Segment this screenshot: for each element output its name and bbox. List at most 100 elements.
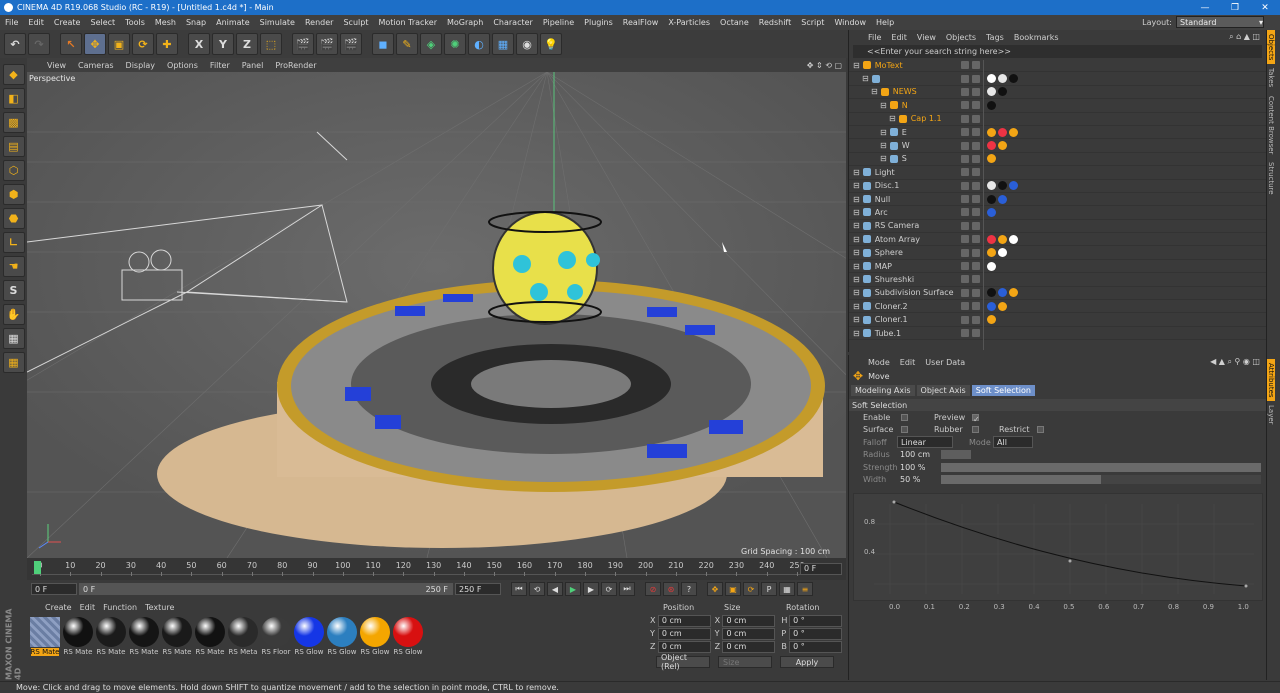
model-mode-icon[interactable]: ◧: [2, 88, 25, 109]
object-tag-icon[interactable]: [987, 207, 996, 217]
expand-toggle-icon[interactable]: ⊟: [889, 114, 896, 123]
subdivision-icon[interactable]: ◈: [420, 33, 442, 55]
end-frame-field[interactable]: 250 F: [455, 583, 501, 595]
start-frame-field[interactable]: 0 F: [31, 583, 77, 595]
menu-render[interactable]: Render: [300, 18, 338, 27]
menu-mesh[interactable]: Mesh: [150, 18, 181, 27]
expand-toggle-icon[interactable]: ⊟: [853, 315, 860, 324]
viewport[interactable]: View Cameras Display Options Filter Pane…: [27, 58, 846, 558]
object-search-input[interactable]: <<Enter your search string here>>: [853, 45, 1262, 58]
render-view-icon[interactable]: 🎬: [292, 33, 314, 55]
render-settings-icon[interactable]: 🎬: [340, 33, 362, 55]
object-tag-icon[interactable]: [1009, 127, 1018, 137]
render-pv-icon[interactable]: 🎬: [316, 33, 338, 55]
move-icon[interactable]: ✥: [84, 33, 106, 55]
object-tag-icon[interactable]: [987, 181, 996, 191]
strength-slider[interactable]: [941, 462, 1261, 472]
material-swatch[interactable]: [360, 617, 390, 647]
expand-toggle-icon[interactable]: ⊟: [853, 248, 860, 257]
object-visibility-flags[interactable]: [961, 329, 980, 337]
object-tag-icon[interactable]: [987, 261, 996, 271]
vp-menu-view[interactable]: View: [41, 61, 72, 70]
object-row[interactable]: ⊟ Cap 1.1: [849, 113, 1266, 126]
object-tag-icon[interactable]: [987, 315, 996, 325]
material-swatch[interactable]: [63, 617, 93, 647]
object-tag-icon[interactable]: [1009, 234, 1018, 244]
attr-nav-icons[interactable]: ◀ ▲ ⌕ ⚲ ◉ ◫: [1205, 357, 1266, 367]
object-tag-icon[interactable]: [998, 181, 1007, 191]
object-row[interactable]: ⊟ S: [849, 153, 1266, 167]
radius-slider[interactable]: [941, 450, 971, 460]
goto-start-icon[interactable]: ⏮: [511, 582, 527, 596]
rotation-field[interactable]: 0 °: [789, 627, 843, 640]
obj-menu-objects[interactable]: Objects: [941, 33, 981, 42]
object-name[interactable]: Subdivision Surface: [875, 288, 954, 297]
menu-plugins[interactable]: Plugins: [579, 18, 618, 27]
sculpt-icon[interactable]: ✋: [2, 304, 25, 325]
expand-toggle-icon[interactable]: ⊟: [853, 208, 860, 217]
object-tags[interactable]: [987, 288, 1018, 298]
menu-pipeline[interactable]: Pipeline: [538, 18, 579, 27]
material-item[interactable]: RS Mate: [95, 617, 127, 656]
layout-select[interactable]: Standard ▾: [1176, 16, 1264, 28]
mat-menu-texture[interactable]: Texture: [141, 603, 178, 612]
right-tab[interactable]: Structure: [1267, 158, 1275, 199]
enable-checkbox[interactable]: [901, 413, 908, 421]
right-tab[interactable]: Attributes: [1267, 358, 1275, 402]
object-tag-icon[interactable]: [998, 301, 1007, 311]
close-icon[interactable]: ✕: [1250, 3, 1280, 13]
attr-menu-mode[interactable]: Mode: [863, 358, 895, 367]
next-key-icon[interactable]: ⟳: [601, 582, 617, 596]
object-tag-icon[interactable]: [998, 248, 1007, 258]
vp-menu-options[interactable]: Options: [161, 61, 204, 70]
object-name[interactable]: Null: [875, 195, 891, 204]
material-item[interactable]: RS Floor: [260, 617, 292, 656]
recent-tool-icon[interactable]: ✚: [156, 33, 178, 55]
object-tags[interactable]: [987, 207, 996, 217]
object-row[interactable]: ⊟: [849, 72, 1266, 86]
object-tags[interactable]: [987, 141, 1007, 151]
cloner-icon[interactable]: ✺: [444, 33, 466, 55]
expand-toggle-icon[interactable]: ⊟: [880, 101, 887, 110]
object-tag-icon[interactable]: [1009, 288, 1018, 298]
points-mode-icon[interactable]: ⬡: [2, 160, 25, 181]
object-visibility-flags[interactable]: [961, 275, 980, 284]
object-row[interactable]: ⊟ RS Camera: [849, 220, 1266, 234]
floor-icon[interactable]: ▦: [492, 33, 514, 55]
texture-mode-icon[interactable]: ▩: [2, 112, 25, 133]
autokey-icon[interactable]: ⊛: [663, 582, 679, 596]
object-visibility-flags[interactable]: [961, 168, 980, 177]
menu-edit[interactable]: Edit: [23, 18, 49, 27]
object-name[interactable]: S: [902, 154, 907, 163]
object-visibility-flags[interactable]: [961, 315, 980, 324]
camera-icon[interactable]: ◉: [516, 33, 538, 55]
falloff-graph[interactable]: 0.8 0.4: [853, 493, 1263, 601]
menu-mograph[interactable]: MoGraph: [442, 18, 488, 27]
menu-snap[interactable]: Snap: [181, 18, 211, 27]
object-tag-icon[interactable]: [987, 87, 996, 97]
object-visibility-flags[interactable]: [961, 302, 980, 311]
object-row[interactable]: ⊟ Tube.1: [849, 327, 1266, 341]
object-row[interactable]: ⊟ Null: [849, 193, 1266, 207]
timeline-ruler[interactable]: 0102030405060708090100110120130140150160…: [32, 561, 805, 576]
object-row[interactable]: ⊟ Arc: [849, 206, 1266, 220]
viewport-nav-icons[interactable]: ✥ ⇕ ⟲ ▢: [801, 61, 846, 70]
size-field[interactable]: 0 cm: [722, 640, 776, 653]
right-tab[interactable]: Content Browser: [1267, 92, 1275, 158]
size-field[interactable]: 0 cm: [722, 614, 776, 627]
live-selection-icon[interactable]: ↖: [60, 33, 82, 55]
width-field[interactable]: 50 %: [897, 473, 937, 486]
surface-checkbox[interactable]: [901, 426, 908, 434]
object-name[interactable]: Disc.1: [875, 181, 900, 190]
restrict-checkbox[interactable]: [1037, 426, 1044, 434]
tab-modeling-axis[interactable]: Modeling Axis: [851, 385, 915, 396]
menu-select[interactable]: Select: [85, 18, 120, 27]
object-row[interactable]: ⊟ MoText: [849, 59, 1266, 73]
menu-realflow[interactable]: RealFlow: [618, 18, 664, 27]
scale-icon[interactable]: ▣: [108, 33, 130, 55]
material-item[interactable]: RS Glow: [392, 617, 424, 656]
object-tags[interactable]: [987, 100, 996, 110]
mat-menu-edit[interactable]: Edit: [76, 603, 100, 612]
record-icon[interactable]: ⊘: [645, 582, 661, 596]
edges-mode-icon[interactable]: ⬢: [2, 184, 25, 205]
